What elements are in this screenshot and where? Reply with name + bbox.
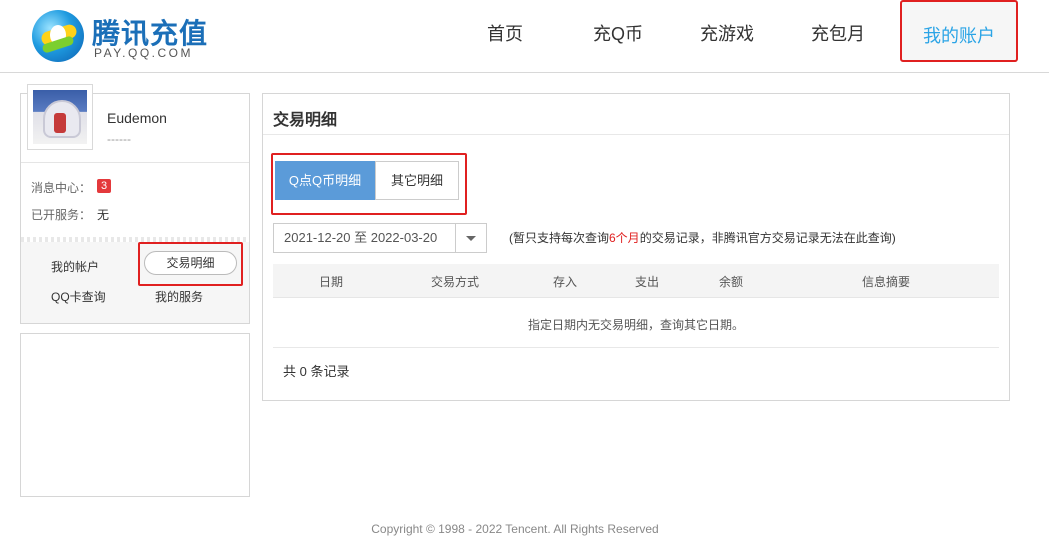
link-transaction-detail[interactable]: 交易明细 <box>144 251 237 275</box>
user-panel: Eudemon ------ 消息中心： 3 已开服务： 无 我的帐户 交易明细… <box>20 84 250 324</box>
date-range-value: 2021-12-20 至 2022-03-20 <box>284 230 438 245</box>
empty-message: 指定日期内无交易明细，查询其它日期。 <box>527 318 744 332</box>
divider <box>21 162 249 163</box>
services-label: 已开服务： <box>31 208 92 222</box>
record-count: 共 0 条记录 <box>283 364 350 379</box>
tab-other-detail[interactable]: 其它明细 <box>375 161 459 200</box>
side-blank-panel <box>20 333 250 497</box>
nav-my-account[interactable]: 我的账户 <box>900 0 1018 62</box>
date-range-select[interactable]: 2021-12-20 至 2022-03-20 <box>273 223 487 253</box>
nav-recharge-game[interactable]: 充游戏 <box>700 20 754 46</box>
header: 腾讯充值 PAY.QQ.COM 首页 充Q币 充游戏 充包月 我的账户 <box>0 0 1049 73</box>
divider <box>263 134 1009 135</box>
column-expense: 支出 <box>635 275 660 289</box>
message-center-label[interactable]: 消息中心： <box>31 179 91 196</box>
column-balance: 余额 <box>719 275 744 289</box>
message-count-badge[interactable]: 3 <box>97 179 111 193</box>
transaction-panel: 交易明细 Q点Q币明细 其它明细 2021-12-20 至 2022-03-20… <box>262 93 1010 401</box>
chevron-down-icon[interactable] <box>455 224 486 252</box>
query-note-highlight: 6个月 <box>609 231 640 245</box>
link-my-services[interactable]: 我的服务 <box>155 288 203 305</box>
detail-tabs: Q点Q币明细 其它明细 <box>271 153 467 215</box>
divider <box>273 347 999 348</box>
logo-icon <box>32 10 84 62</box>
user-subtitle: ------ <box>107 132 131 146</box>
link-qq-card-query[interactable]: QQ卡查询 <box>51 288 106 305</box>
tencent-pay-logo[interactable]: 腾讯充值 PAY.QQ.COM <box>32 10 212 64</box>
tab-qcoin-detail[interactable]: Q点Q币明细 <box>275 161 375 200</box>
column-summary: 信息摘要 <box>862 275 911 289</box>
query-note: (暂只支持每次查询6个月的交易记录，非腾讯官方交易记录无法在此查询) <box>509 231 896 245</box>
nav-monthly[interactable]: 充包月 <box>811 20 865 46</box>
user-name: Eudemon <box>107 110 167 126</box>
column-date: 日期 <box>319 275 344 289</box>
avatar-image <box>33 90 87 144</box>
table-header: 日期 交易方式 存入 支出 余额 信息摘要 <box>273 264 999 298</box>
logo-subtitle: PAY.QQ.COM <box>94 46 194 60</box>
column-method: 交易方式 <box>431 275 480 289</box>
link-my-account[interactable]: 我的帐户 <box>51 258 99 275</box>
nav-home[interactable]: 首页 <box>487 20 523 46</box>
nav-my-account-label: 我的账户 <box>923 26 995 46</box>
footer-copyright: Copyright © 1998 - 2022 Tencent. All Rig… <box>371 522 659 536</box>
avatar[interactable] <box>27 84 93 150</box>
nav-recharge-qcoin[interactable]: 充Q币 <box>593 20 643 46</box>
column-deposit: 存入 <box>553 275 578 289</box>
page-title: 交易明细 <box>273 112 338 129</box>
services-value: 无 <box>97 208 110 222</box>
link-transaction-detail-box: 交易明细 <box>138 242 243 286</box>
